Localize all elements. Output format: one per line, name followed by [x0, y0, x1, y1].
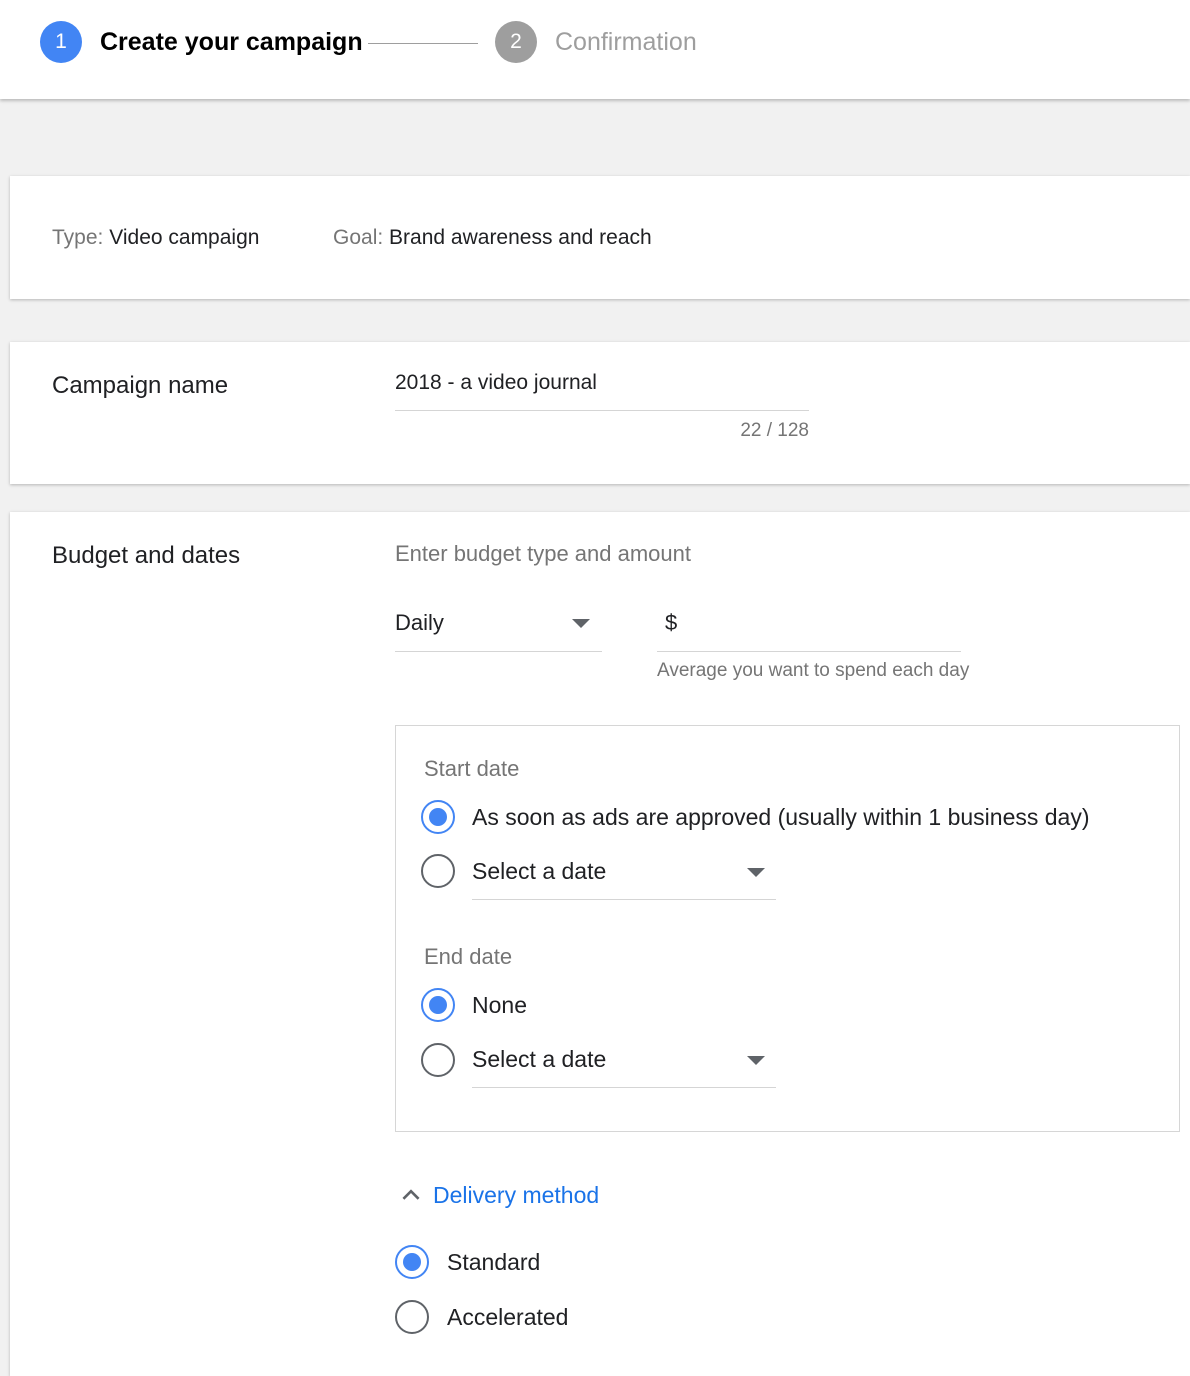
delivery-accelerated-radio[interactable] [395, 1300, 429, 1334]
type-label: Type: [52, 226, 104, 249]
start-date-asap-radio[interactable] [421, 800, 455, 834]
end-date-picker-label: Select a date [472, 1046, 607, 1072]
end-date-none-label: None [472, 992, 527, 1018]
character-counter: 22 / 128 [740, 420, 809, 441]
radio-selected-dot [403, 1253, 421, 1271]
caret-down-icon [747, 1056, 765, 1065]
delivery-accelerated-label: Accelerated [447, 1304, 569, 1330]
campaign-type: Type: Video campaign [52, 226, 259, 250]
goal-label: Goal: [333, 226, 384, 249]
start-date-picker-label: Select a date [472, 858, 607, 884]
budget-type-value: Daily [395, 610, 444, 635]
step-connector [368, 43, 478, 44]
end-date-select-radio[interactable] [421, 1043, 455, 1077]
delivery-option-accelerated[interactable]: Accelerated [395, 1299, 695, 1339]
budget-amount-underline [657, 651, 961, 652]
delivery-method-toggle[interactable]: Delivery method [395, 1178, 635, 1214]
caret-down-icon [747, 868, 765, 877]
campaign-summary-card: Type: Video campaign Goal: Brand awarene… [10, 176, 1190, 299]
step-1-label: Create your campaign [100, 28, 363, 56]
step-2-label: Confirmation [555, 28, 697, 56]
goal-value: Brand awareness and reach [389, 226, 652, 249]
delivery-option-standard[interactable]: Standard [395, 1244, 695, 1284]
currency-symbol: $ [665, 610, 678, 635]
start-date-underline [472, 899, 776, 900]
delivery-standard-radio[interactable] [395, 1245, 429, 1279]
delivery-method-label: Delivery method [433, 1182, 600, 1208]
end-date-option-none[interactable]: None [421, 986, 721, 1026]
campaign-name-heading: Campaign name [52, 372, 229, 399]
budget-amount-input[interactable]: $ [657, 602, 961, 650]
step-2-badge: 2 [495, 21, 537, 63]
budget-dates-heading: Budget and dates [52, 542, 241, 569]
end-date-picker[interactable]: Select a date [472, 1040, 776, 1084]
campaign-goal: Goal: Brand awareness and reach [333, 226, 652, 250]
radio-selected-dot [429, 996, 447, 1014]
budget-dates-card: Budget and dates Enter budget type and a… [10, 512, 1190, 1376]
delivery-standard-label: Standard [447, 1249, 541, 1275]
start-date-select-radio[interactable] [421, 854, 455, 888]
caret-down-icon [572, 619, 590, 628]
start-date-picker[interactable]: Select a date [472, 852, 776, 896]
end-date-heading: End date [424, 944, 513, 969]
start-date-asap-label: As soon as ads are approved (usually wit… [472, 804, 1090, 830]
start-date-option-asap[interactable]: As soon as ads are approved (usually wit… [421, 798, 1161, 838]
budget-amount-helper: Average you want to spend each day [657, 660, 970, 681]
dates-section: Start date As soon as ads are approved (… [395, 725, 1180, 1132]
budget-hint: Enter budget type and amount [395, 541, 691, 566]
type-value: Video campaign [109, 226, 260, 249]
stepper-header: 1 Create your campaign 2 Confirmation [0, 0, 1190, 99]
step-1-number: 1 [55, 30, 67, 53]
campaign-name-input[interactable]: 2018 - a video journal [395, 371, 809, 407]
end-date-underline [472, 1087, 776, 1088]
radio-selected-dot [429, 808, 447, 826]
chevron-up-icon [402, 1189, 420, 1200]
campaign-name-underline [395, 410, 809, 411]
campaign-name-card: Campaign name 2018 - a video journal 22 … [10, 342, 1190, 484]
budget-type-dropdown[interactable]: Daily [395, 602, 602, 650]
budget-type-underline [395, 651, 602, 652]
end-date-none-radio[interactable] [421, 988, 455, 1022]
start-date-heading: Start date [424, 756, 520, 781]
step-1-badge: 1 [40, 21, 82, 63]
step-2-number: 2 [510, 30, 522, 53]
